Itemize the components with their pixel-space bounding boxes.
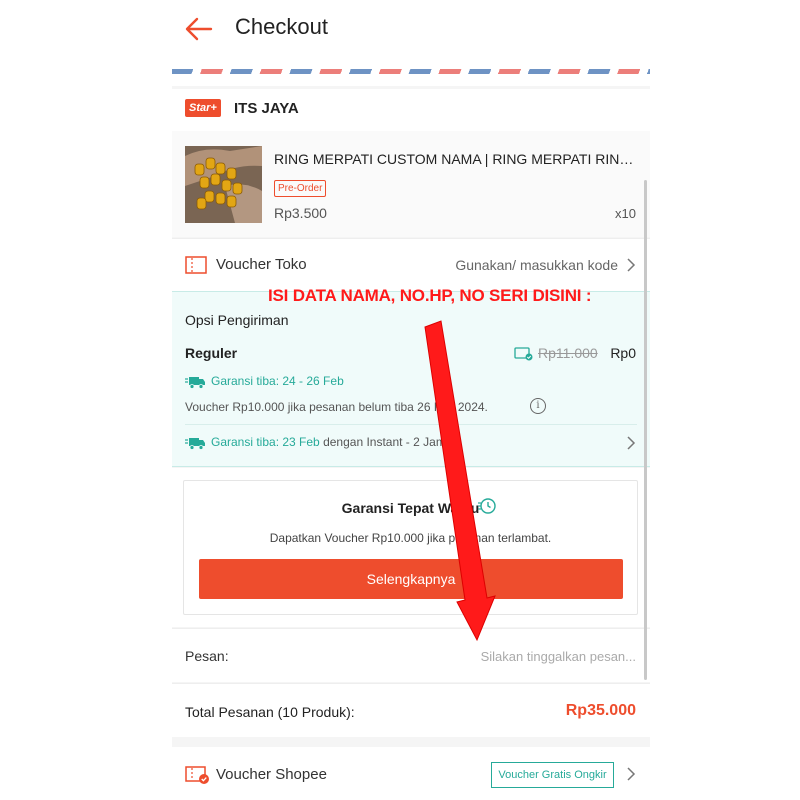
voucher-shopee-row[interactable]: Voucher Shopee Voucher Gratis Ongkir [172,747,650,800]
instant-option[interactable]: Garansi tiba: 23 Feb dengan Instant - 2 … [211,435,446,449]
guarantee-date: Garansi tiba: 24 - 26 Feb [211,374,344,388]
clock-icon [478,498,496,514]
product-price: Rp3.500 [274,205,327,221]
late-voucher-note: Voucher Rp10.000 jika pesanan belum tiba… [185,400,488,414]
shipping-title: Opsi Pengiriman [185,312,289,328]
annotation-text: ISI DATA NAMA, NO.HP, NO SERI DISINI : [268,286,592,305]
instant-service-label: dengan Instant - 2 Jam [319,435,446,449]
free-shipping-voucher-badge: Voucher Gratis Ongkir [491,762,614,788]
guarantee-subtitle: Dapatkan Voucher Rp10.000 jika pesanan t… [269,531,552,545]
scrollbar[interactable] [644,180,647,680]
chevron-right-icon [627,767,636,781]
app-header: Checkout [172,0,650,58]
voucher-toko-label: Voucher Toko [216,256,307,273]
star-plus-badge: Star+ [185,99,221,117]
truck-icon [185,377,205,389]
airmail-stripe [172,69,650,74]
shipping-price: Rp0 [610,345,636,361]
shipping-method: Reguler [185,345,238,361]
guarantee-section: Garansi Tepat Waktu Dapatkan Voucher Rp1… [172,468,650,627]
product-quantity: x10 [615,206,636,221]
truck-icon [185,438,205,450]
shipping-original-price: Rp11.000 [538,345,598,361]
learn-more-button[interactable]: Selengkapnya [199,559,623,599]
product-name: RING MERPATI CUSTOM NAMA | RING MERPATI … [274,151,644,167]
order-total-label: Total Pesanan (10 Produk): [185,704,355,720]
divider [185,424,637,425]
message-input[interactable] [322,644,636,668]
arrow-left-icon [185,17,213,41]
voucher-shopee-label: Voucher Shopee [216,766,327,783]
checkout-screen: Checkout Star+ ITS JAYA RING MERPATI CUS… [172,0,650,800]
message-label: Pesan: [185,648,229,664]
voucher-check-icon [185,766,209,784]
address-divider [172,58,650,86]
guarantee-card: Garansi Tepat Waktu Dapatkan Voucher Rp1… [183,480,638,615]
message-row: Pesan: [172,628,650,682]
product-item[interactable]: RING MERPATI CUSTOM NAMA | RING MERPATI … [172,131,650,237]
instant-guarantee-date: Garansi tiba: 23 Feb [211,435,320,449]
page-title: Checkout [235,14,328,39]
ticket-check-icon [514,347,533,361]
guarantee-title: Garansi Tepat Waktu [341,500,480,516]
chevron-right-icon [627,258,636,272]
back-button[interactable] [182,12,216,46]
chevron-right-icon [627,436,636,450]
order-total-row: Total Pesanan (10 Produk): Rp35.000 [172,683,650,737]
shop-row[interactable]: Star+ ITS JAYA [172,89,650,131]
product-image-icon [185,146,262,223]
voucher-toko-row[interactable]: Voucher Toko Gunakan/ masukkan kode [172,238,650,291]
info-icon[interactable]: i [530,398,546,414]
shop-name: ITS JAYA [234,100,299,117]
voucher-toko-value: Gunakan/ masukkan kode [455,257,618,273]
shipping-options[interactable]: Opsi Pengiriman Reguler Rp11.000 Rp0 Gar… [172,291,650,467]
pre-order-badge: Pre-Order [274,180,327,197]
product-thumbnail [185,146,262,223]
ticket-icon [185,256,207,274]
screen: Checkout Star+ ITS JAYA RING MERPATI CUS… [0,0,800,800]
order-total-value: Rp35.000 [565,702,636,719]
